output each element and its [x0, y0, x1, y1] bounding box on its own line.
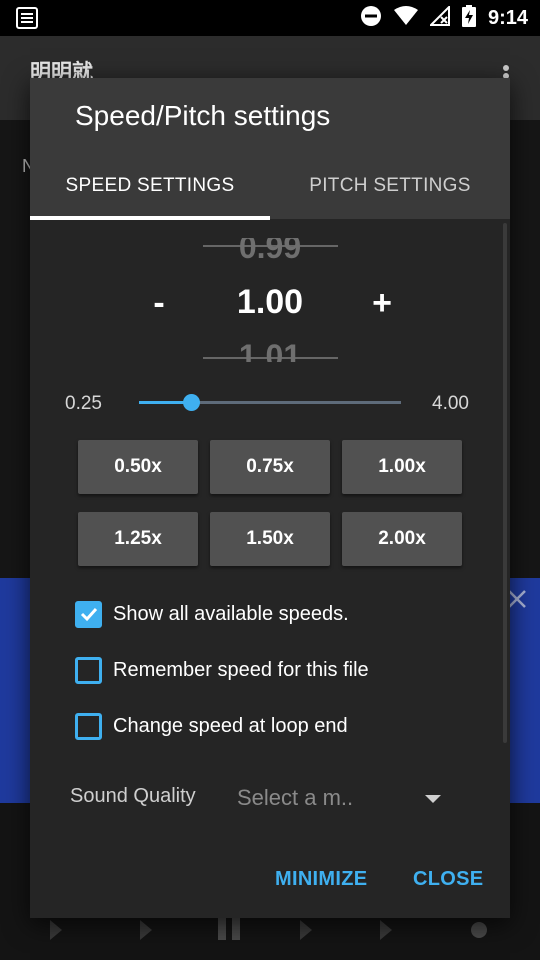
status-bar: 9:14: [0, 0, 540, 36]
preset-1-25x-button[interactable]: 1.25x: [78, 512, 198, 566]
show-all-speeds-option[interactable]: Show all available speeds.: [75, 599, 349, 629]
preset-1-50x-button[interactable]: 1.50x: [210, 512, 330, 566]
slider-min-label: 0.25: [65, 393, 102, 414]
slider-max-label: 4.00: [432, 393, 469, 414]
decrement-button[interactable]: -: [148, 284, 170, 323]
dropdown-arrow-icon: [425, 795, 441, 803]
increment-button[interactable]: +: [368, 284, 396, 323]
notification-settings-icon: [16, 7, 38, 34]
show-all-speeds-checkbox[interactable]: [75, 600, 102, 628]
show-all-speeds-label: Show all available speeds.: [113, 602, 349, 625]
dialog-title: Speed/Pitch settings: [75, 100, 331, 131]
change-speed-loop-checkbox[interactable]: [75, 712, 102, 740]
remember-speed-checkbox[interactable]: [75, 656, 102, 684]
tab-speed-settings[interactable]: SPEED SETTINGS: [30, 153, 270, 219]
dialog-scrollbar[interactable]: [503, 223, 507, 743]
speed-slider[interactable]: [139, 394, 401, 411]
remember-speed-option[interactable]: Remember speed for this file: [75, 655, 369, 685]
wifi-icon: [393, 5, 418, 31]
sound-quality-label: Sound Quality: [70, 785, 196, 807]
clock: 9:14: [487, 6, 528, 29]
picker-previous-value[interactable]: 0.99: [170, 238, 370, 266]
no-sim-icon: [428, 4, 450, 31]
picker-current-value[interactable]: 1.00: [170, 283, 370, 322]
tab-pitch-settings[interactable]: PITCH SETTINGS: [270, 153, 510, 219]
speed-pitch-dialog: Speed/Pitch settings SPEED SETTINGS PITC…: [30, 78, 510, 918]
change-speed-loop-label: Change speed at loop end: [113, 714, 348, 737]
remember-speed-label: Remember speed for this file: [113, 658, 369, 681]
sound-quality-placeholder: Select a m..: [237, 785, 354, 810]
sound-quality-dropdown[interactable]: Select a m..: [237, 781, 447, 813]
preset-2-00x-button[interactable]: 2.00x: [342, 512, 462, 566]
active-tab-indicator: [30, 216, 270, 220]
preset-0-75x-button[interactable]: 0.75x: [210, 440, 330, 494]
tab-bar: SPEED SETTINGS PITCH SETTINGS: [30, 153, 510, 220]
close-button[interactable]: CLOSE: [413, 868, 483, 891]
change-speed-loop-option[interactable]: Change speed at loop end: [75, 711, 348, 741]
screen: 9:14 明明就 N Speed/Pitch settings SPEED SE…: [0, 0, 540, 960]
minimize-button[interactable]: MINIMIZE: [275, 868, 367, 891]
picker-next-value[interactable]: 1.01: [170, 336, 370, 362]
checkmark-icon: [80, 607, 97, 622]
battery-charging-icon: [461, 4, 476, 32]
preset-1-00x-button[interactable]: 1.00x: [342, 440, 462, 494]
slider-thumb[interactable]: [183, 394, 201, 411]
preset-0-50x-button[interactable]: 0.50x: [78, 440, 198, 494]
do-not-disturb-icon: [360, 5, 382, 32]
